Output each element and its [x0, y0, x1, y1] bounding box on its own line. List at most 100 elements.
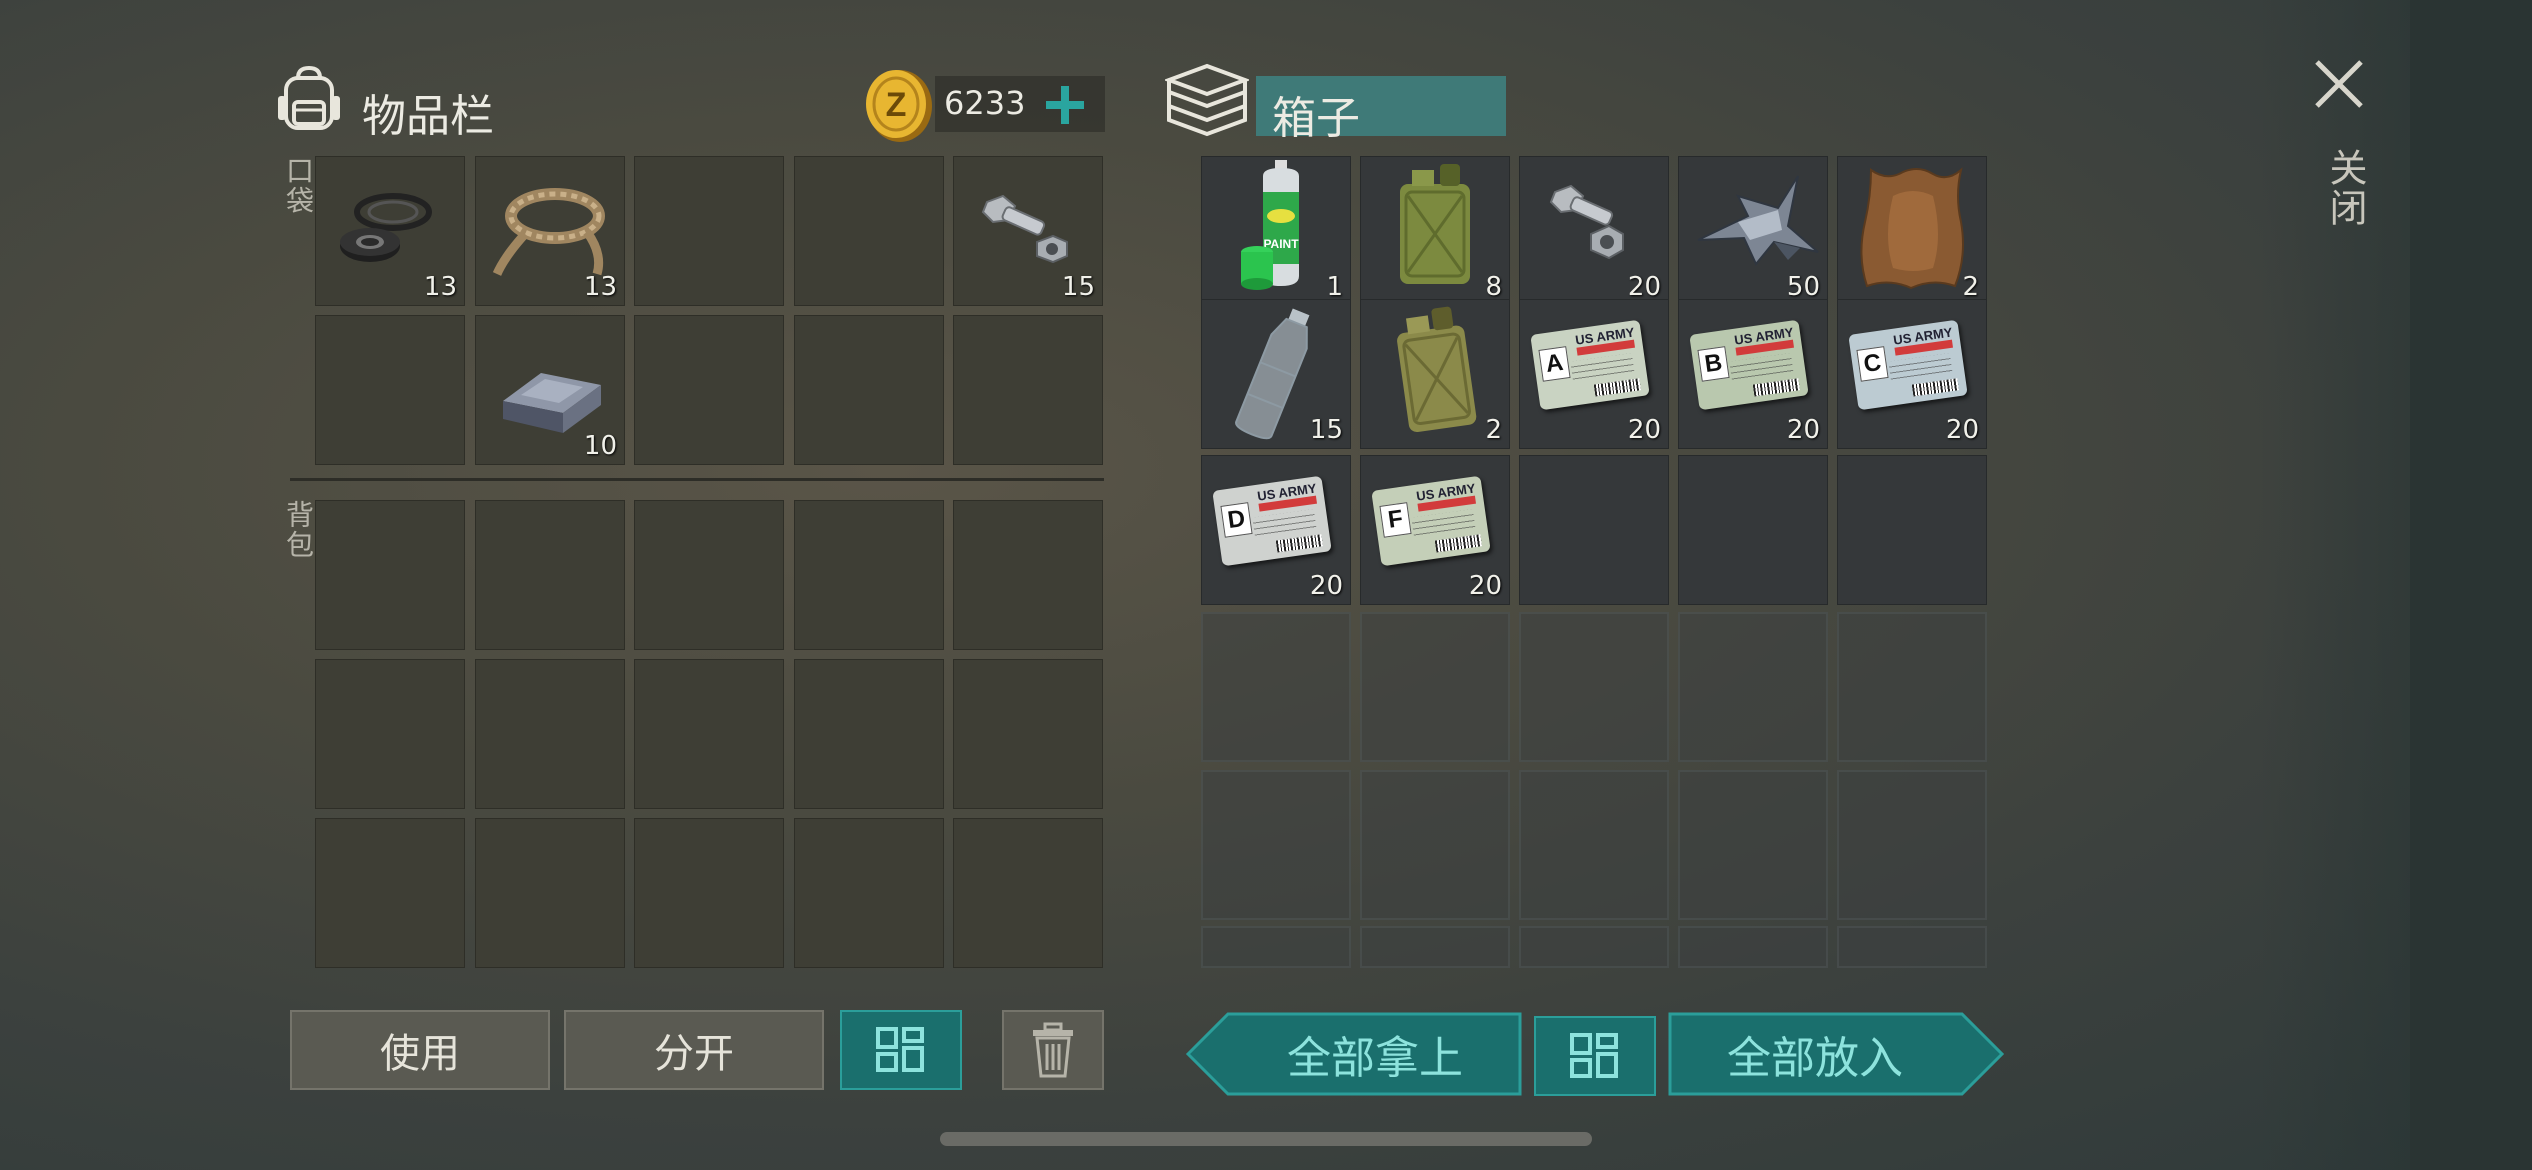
- pocket-slot[interactable]: [794, 156, 944, 306]
- box-slot-locked[interactable]: [1360, 770, 1510, 920]
- item-quantity: 10: [583, 431, 617, 461]
- item-quantity: 15: [1061, 272, 1095, 302]
- backpack-slot[interactable]: [315, 659, 465, 809]
- coin-icon: Z: [866, 70, 932, 142]
- right-panel-dark: [2410, 0, 2532, 1170]
- item-quantity: 1: [1326, 272, 1343, 302]
- use-button[interactable]: 使用: [290, 1010, 550, 1090]
- army-card-d-icon: US ARMY D: [1212, 475, 1332, 567]
- box-slot-locked[interactable]: [1360, 926, 1510, 968]
- item-quantity: 13: [583, 272, 617, 302]
- backpack-slot[interactable]: [475, 500, 625, 650]
- item-quantity: 2: [1962, 272, 1979, 302]
- box-slot[interactable]: US ARMY F 20: [1360, 455, 1510, 605]
- put-all-button[interactable]: 全部放入: [1670, 1012, 1960, 1096]
- backpack-slot[interactable]: [475, 659, 625, 809]
- box-title: 箱子: [1272, 93, 1360, 144]
- backpack-slot[interactable]: [315, 818, 465, 968]
- pocket-slot[interactable]: 15: [953, 156, 1103, 306]
- box-slot-locked[interactable]: [1519, 770, 1669, 920]
- box-slot-locked[interactable]: [1678, 770, 1828, 920]
- item-quantity: 15: [1309, 415, 1343, 445]
- box-slot[interactable]: [1837, 455, 1987, 605]
- sort-inventory-button[interactable]: [840, 1010, 962, 1090]
- home-indicator[interactable]: [940, 1132, 1592, 1146]
- close-label[interactable]: 关闭: [2318, 148, 2373, 228]
- pocket-label: 口袋: [282, 156, 315, 216]
- backpack-slot[interactable]: [953, 659, 1103, 809]
- item-quantity: 20: [1945, 415, 1979, 445]
- backpack-slot[interactable]: [794, 659, 944, 809]
- pocket-slot[interactable]: [315, 315, 465, 465]
- split-button[interactable]: 分开: [564, 1010, 824, 1090]
- pocket-slot[interactable]: [953, 315, 1103, 465]
- item-quantity: 20: [1468, 571, 1502, 601]
- item-quantity: 20: [1627, 415, 1661, 445]
- box-slot[interactable]: US ARMY B 20: [1678, 299, 1828, 449]
- army-card-b-icon: US ARMY B: [1689, 319, 1809, 411]
- box-slot-locked[interactable]: [1201, 770, 1351, 920]
- section-divider: [290, 478, 1104, 481]
- sort-box-button[interactable]: [1534, 1016, 1656, 1096]
- box-stack-icon: [1165, 63, 1249, 137]
- grid-sort-icon: [876, 1027, 924, 1072]
- army-card-c-icon: US ARMY C: [1848, 319, 1968, 411]
- backpack-slot[interactable]: [794, 818, 944, 968]
- backpack-slot[interactable]: [794, 500, 944, 650]
- box-slot-locked[interactable]: [1837, 612, 1987, 762]
- svg-text:Z: Z: [886, 86, 907, 124]
- pocket-slot[interactable]: [634, 156, 784, 306]
- add-coins-icon[interactable]: [1042, 82, 1088, 128]
- item-quantity: 20: [1309, 571, 1343, 601]
- close-icon[interactable]: [2313, 58, 2365, 110]
- box-slot[interactable]: [1519, 455, 1669, 605]
- box-slot[interactable]: 8: [1360, 156, 1510, 306]
- backpack-slot[interactable]: [634, 659, 784, 809]
- backpack-icon: [278, 66, 340, 130]
- coin-amount: 6233: [944, 84, 1026, 122]
- item-quantity: 20: [1786, 415, 1820, 445]
- backpack-slot[interactable]: [634, 500, 784, 650]
- box-slot-locked[interactable]: [1837, 770, 1987, 920]
- box-slot-locked[interactable]: [1837, 926, 1987, 968]
- box-slot[interactable]: 15: [1201, 299, 1351, 449]
- box-slot-locked[interactable]: [1678, 926, 1828, 968]
- backpack-label: 背包: [282, 500, 315, 560]
- pocket-slot[interactable]: [794, 315, 944, 465]
- pocket-slot[interactable]: 10: [475, 315, 625, 465]
- inventory-title: 物品栏: [362, 91, 494, 142]
- box-slot-locked[interactable]: [1201, 612, 1351, 762]
- box-slot[interactable]: US ARMY A 20: [1519, 299, 1669, 449]
- box-slot-locked[interactable]: [1519, 612, 1669, 762]
- item-quantity: 13: [423, 272, 457, 302]
- delete-button[interactable]: [1002, 1010, 1104, 1090]
- grid-sort-icon: [1570, 1033, 1618, 1078]
- box-slot[interactable]: 2: [1360, 299, 1510, 449]
- pocket-slot[interactable]: 13: [315, 156, 465, 306]
- pocket-slot[interactable]: 13: [475, 156, 625, 306]
- pocket-slot[interactable]: [634, 315, 784, 465]
- army-card-a-icon: US ARMY A: [1530, 319, 1650, 411]
- box-slot[interactable]: US ARMY C 20: [1837, 299, 1987, 449]
- army-card-f-icon: US ARMY F: [1371, 475, 1491, 567]
- item-quantity: 50: [1786, 272, 1820, 302]
- box-slot[interactable]: 2: [1837, 156, 1987, 306]
- box-slot-locked[interactable]: [1360, 612, 1510, 762]
- item-quantity: 8: [1485, 272, 1502, 302]
- item-quantity: 20: [1627, 272, 1661, 302]
- backpack-slot[interactable]: [315, 500, 465, 650]
- take-all-button[interactable]: 全部拿上: [1230, 1012, 1520, 1096]
- box-slot[interactable]: [1678, 455, 1828, 605]
- box-slot-locked[interactable]: [1519, 926, 1669, 968]
- box-slot[interactable]: US ARMY D 20: [1201, 455, 1351, 605]
- box-slot-locked[interactable]: [1678, 612, 1828, 762]
- box-slot[interactable]: PAINT 1: [1201, 156, 1351, 306]
- backpack-slot[interactable]: [953, 500, 1103, 650]
- box-slot-locked[interactable]: [1201, 926, 1351, 968]
- backpack-slot[interactable]: [475, 818, 625, 968]
- box-slot[interactable]: 20: [1519, 156, 1669, 306]
- trash-icon: [1033, 1022, 1073, 1078]
- backpack-slot[interactable]: [634, 818, 784, 968]
- backpack-slot[interactable]: [953, 818, 1103, 968]
- box-slot[interactable]: 50: [1678, 156, 1828, 306]
